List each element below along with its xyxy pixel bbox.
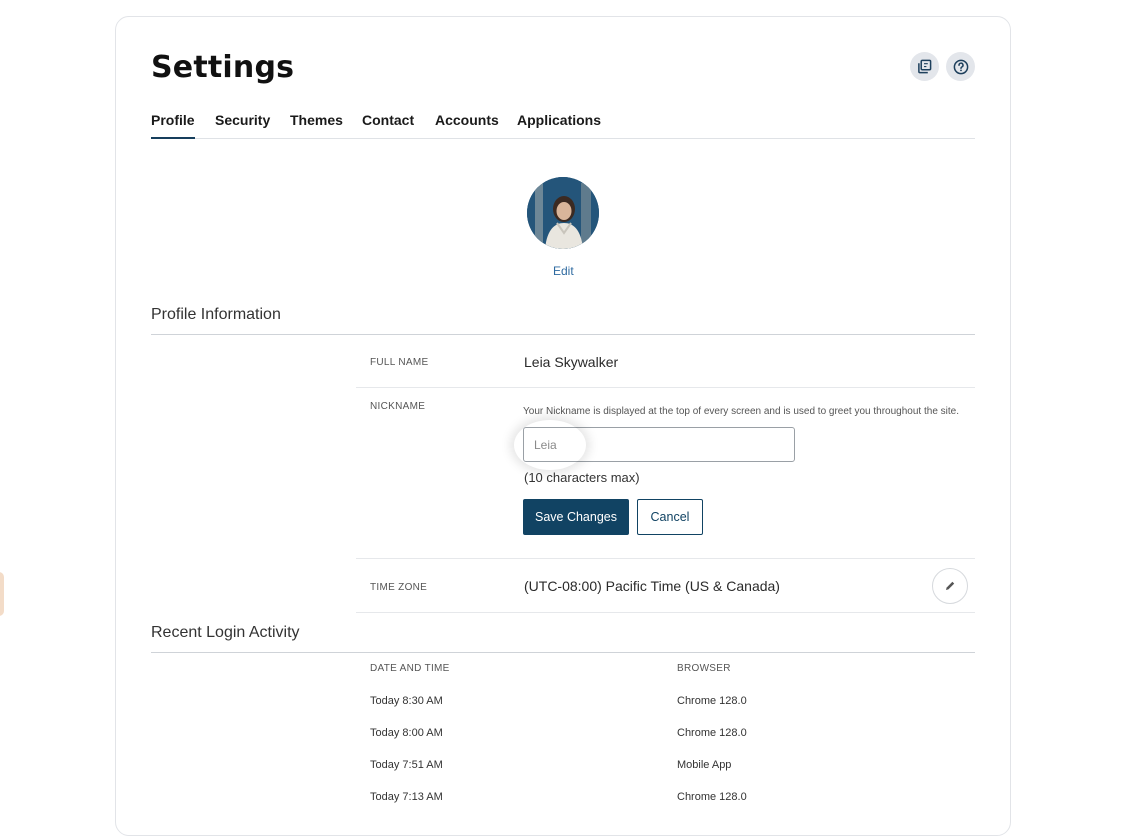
tab-contact[interactable]: Contact (362, 112, 414, 139)
tab-security[interactable]: Security (215, 112, 270, 139)
divider (356, 558, 975, 559)
column-header-browser: BROWSER (677, 663, 731, 674)
divider (356, 612, 975, 613)
avatar[interactable] (527, 177, 599, 249)
time-zone-label: TIME ZONE (370, 582, 428, 593)
login-datetime: Today 7:13 AM (370, 791, 443, 803)
pencil-icon (946, 581, 955, 590)
divider (356, 387, 975, 388)
avatar-photo (527, 177, 599, 249)
time-zone-value: (UTC-08:00) Pacific Time (US & Canada) (524, 578, 780, 594)
column-header-date-time: DATE AND TIME (370, 663, 450, 674)
settings-card (115, 16, 1011, 836)
login-browser: Chrome 128.0 (677, 791, 747, 803)
save-changes-button[interactable]: Save Changes (523, 499, 629, 535)
edit-avatar-link[interactable]: Edit (553, 264, 574, 278)
left-edge-accent (0, 572, 4, 616)
login-browser: Chrome 128.0 (677, 727, 747, 739)
tab-profile[interactable]: Profile (151, 112, 195, 139)
help-icon (953, 59, 968, 74)
recent-login-activity-heading: Recent Login Activity (151, 624, 975, 653)
help-button[interactable] (946, 52, 975, 81)
full-name-value: Leia Skywalker (524, 354, 619, 370)
profile-information-heading: Profile Information (151, 306, 975, 335)
nickname-label: NICKNAME (370, 401, 426, 412)
nickname-input[interactable] (523, 427, 795, 462)
tab-accounts[interactable]: Accounts (435, 112, 499, 139)
nickname-help-text: Your Nickname is displayed at the top of… (523, 406, 960, 417)
tab-applications[interactable]: Applications (517, 112, 601, 139)
page-title: Settings (151, 50, 295, 85)
full-name-label: FULL NAME (370, 357, 429, 368)
cancel-button[interactable]: Cancel (637, 499, 703, 535)
edit-time-zone-button[interactable] (932, 568, 968, 604)
login-datetime: Today 7:51 AM (370, 759, 443, 771)
nickname-char-hint: (10 characters max) (524, 470, 640, 485)
tab-themes[interactable]: Themes (290, 112, 343, 139)
copy-icon (918, 59, 932, 74)
copy-button[interactable] (910, 52, 939, 81)
login-browser: Chrome 128.0 (677, 695, 747, 707)
login-browser: Mobile App (677, 759, 732, 771)
login-datetime: Today 8:30 AM (370, 695, 443, 707)
settings-tabs: Profile Security Themes Contact Accounts… (151, 108, 975, 139)
login-datetime: Today 8:00 AM (370, 727, 443, 739)
